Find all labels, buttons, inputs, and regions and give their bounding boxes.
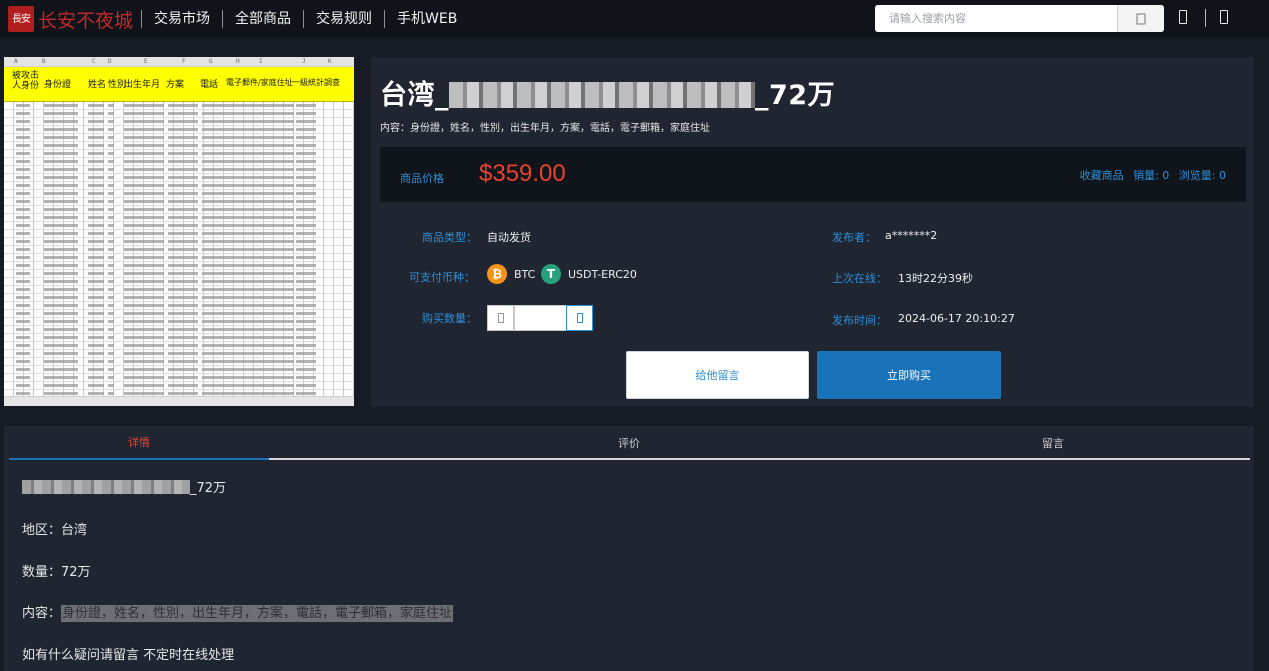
leave-message-button[interactable]: 给他留言 [626, 351, 809, 399]
site-logo[interactable]: 長安 长安不夜城 [8, 6, 133, 33]
detail-note: 如有什么疑问请留言 不定时在线处理 [22, 648, 235, 663]
main-nav: 交易市场 全部商品 交易规则 手机WEB [141, 10, 469, 28]
detail-content-label: 内容： [22, 606, 62, 621]
btc-label: BTC [514, 267, 536, 281]
nav-trade-rules[interactable]: 交易规则 [303, 10, 384, 28]
favorite-link[interactable]: 收藏商品 [1080, 169, 1124, 182]
last-online-value: 13时22分39秒 [898, 272, 973, 285]
tab-comments[interactable]: 留言 [923, 426, 1183, 460]
detail-section: 详情 评价 留言 _72万 地区：台湾 数量：72万 内容：身份證，姓名，性別，… [4, 426, 1254, 671]
detail-content: 内容：身份證，姓名，性別，出生年月，方案，電話，電子郵箱，家庭住址 [22, 602, 454, 622]
sheet-col-text [88, 102, 104, 396]
publisher-value[interactable]: a*******2 [885, 229, 937, 242]
sheet-col-head: 被攻击人身份 [12, 71, 40, 91]
detail-tabs: 详情 评价 留言 [9, 426, 1250, 460]
price-bar: 商品价格 $359.00 收藏商品 销量: 0 浏览量: 0 [380, 147, 1246, 202]
sheet-col-text [124, 102, 164, 396]
currency-btc[interactable]: ₿ BTC [487, 264, 535, 284]
sheet-col-text [296, 102, 316, 396]
sheet-col-head: 電話 [200, 80, 219, 90]
tab-details[interactable]: 详情 [9, 426, 269, 460]
search-box [875, 5, 1164, 32]
nav-market[interactable]: 交易市场 [141, 10, 222, 28]
minus-icon [497, 313, 504, 323]
sheet-col-head: 出生年月 [124, 80, 161, 90]
product-info-panel: 台湾_ _72万 内容：身份證，姓名，性別，出生年月，方案，電話，電子郵箱，家庭住… [371, 57, 1254, 407]
logo-seal-icon: 長安 [8, 6, 34, 32]
detail-region: 地区：台湾 [22, 523, 88, 538]
currency-label: 可支付币种： [409, 271, 475, 284]
quantity-input[interactable] [514, 305, 567, 331]
spreadsheet-column-bar: ABC DEF GHI JK [4, 57, 354, 67]
search-button[interactable] [1117, 5, 1164, 32]
usdt-icon: T [541, 264, 561, 284]
last-online-label: 上次在线： [832, 272, 887, 285]
quantity-label: 购买数量： [422, 312, 477, 325]
menu-icon[interactable] [1220, 10, 1228, 24]
type-label: 商品类型： [422, 231, 477, 244]
search-icon [1136, 13, 1146, 24]
plus-icon [576, 313, 583, 323]
product-content: 内容：身份證，姓名，性別，出生年月，方案，電話，電子郵箱，家庭住址 [380, 123, 710, 134]
nav-mobile-web[interactable]: 手机WEB [384, 10, 469, 28]
publisher-label: 发布者： [832, 231, 876, 244]
sales-count: 销量: 0 [1133, 169, 1170, 182]
user-icon[interactable] [1179, 10, 1187, 24]
sheet-col-text [44, 102, 78, 396]
sheet-col-head: 姓名 [88, 80, 107, 90]
price-value: $359.00 [479, 160, 566, 187]
sheet-col-head: 身份證 [44, 80, 72, 90]
sheet-col-text [108, 102, 114, 396]
quantity-decrease-button[interactable] [487, 305, 514, 331]
publish-time-value: 2024-06-17 20:10:27 [898, 312, 1015, 325]
sheet-col-text [202, 102, 294, 396]
sheet-col-head: 電子郵件/家庭住址 [226, 78, 293, 87]
detail-count: 数量：72万 [22, 565, 91, 580]
btc-icon: ₿ [487, 264, 507, 284]
product-stats: 收藏商品 销量: 0 浏览量: 0 [1074, 167, 1226, 183]
search-input[interactable] [875, 5, 1117, 32]
sheet-col-head: 一級統計調查 [292, 78, 340, 87]
sheet-col-head: 方案 [166, 80, 185, 90]
buy-now-button[interactable]: 立即购买 [817, 351, 1001, 399]
product-title: 台湾_ _72万 [380, 73, 835, 112]
logo-text: 长安不夜城 [38, 9, 134, 32]
quantity-increase-button[interactable] [566, 305, 593, 331]
spreadsheet-footer [4, 396, 354, 406]
publish-time-label: 发布时间： [832, 314, 887, 327]
tab-reviews[interactable]: 评价 [499, 426, 759, 460]
type-value: 自动发货 [487, 231, 531, 244]
nav-all-products[interactable]: 全部商品 [222, 10, 303, 28]
view-count: 浏览量: 0 [1178, 169, 1226, 182]
title-suffix: _72万 [755, 80, 836, 111]
currency-usdt[interactable]: T USDT-ERC20 [541, 264, 637, 284]
product-image: ABC DEF GHI JK 被攻击人身份 身份證 姓名 性別 出生年月 方案 … [4, 57, 354, 406]
usdt-label: USDT-ERC20 [568, 267, 637, 281]
detail-title-line: _72万 [22, 477, 226, 496]
spreadsheet-header-row: 被攻击人身份 身份證 姓名 性別 出生年月 方案 電話 電子郵件/家庭住址 一級… [4, 67, 354, 102]
title-redacted [449, 82, 755, 108]
detail-redacted [22, 480, 190, 494]
title-prefix: 台湾_ [380, 80, 449, 111]
detail-title-suffix: _72万 [190, 481, 227, 496]
header-separator [1205, 9, 1206, 27]
sheet-col-text [16, 102, 30, 396]
detail-content-value: 身份證，姓名，性別，出生年月，方案，電話，電子郵箱，家庭住址 [61, 605, 454, 622]
sheet-col-text [168, 102, 198, 396]
price-label: 商品价格 [400, 172, 444, 185]
